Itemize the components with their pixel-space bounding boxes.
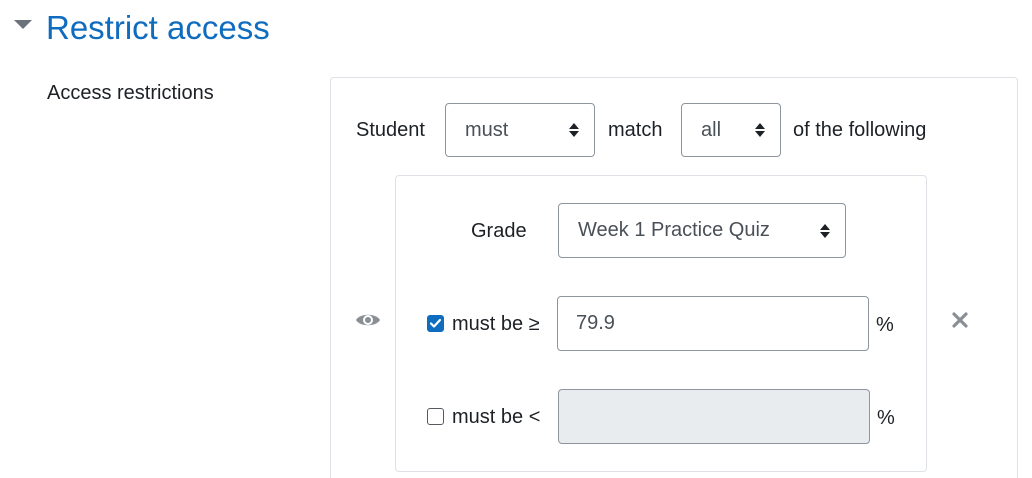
collapse-toggle[interactable] [12,16,34,34]
grade-item-select[interactable]: Week 1 Practice Quiz [558,203,846,258]
all-select-value: all [701,118,722,141]
max-grade-checkbox[interactable] [427,408,444,425]
caret-down-icon [14,20,32,29]
close-icon [952,312,968,328]
max-grade-unit: % [877,407,895,429]
min-grade-checkbox[interactable] [427,315,444,332]
sort-arrows-icon [755,123,765,137]
grade-label: Grade [471,220,527,242]
eye-toggle-button[interactable] [354,308,382,332]
max-grade-label: must be < [452,406,541,428]
grade-item-select-value: Week 1 Practice Quiz [578,219,770,241]
sort-arrows-icon [569,123,579,137]
must-select[interactable]: must [445,103,595,157]
all-select[interactable]: all [681,103,781,157]
min-grade-label: must be ≥ [452,313,540,335]
section-title[interactable]: Restrict access [46,6,270,50]
eye-icon [356,314,380,326]
min-grade-input[interactable] [557,296,869,351]
check-icon [429,318,442,328]
must-select-value: must [465,118,509,141]
delete-condition-button[interactable] [948,308,972,332]
max-grade-input[interactable] [558,389,870,444]
min-grade-unit: % [876,314,894,336]
match-label: match [608,119,663,141]
access-restrictions-label: Access restrictions [47,82,214,104]
sort-arrows-icon [820,223,830,238]
student-label: Student [356,119,425,141]
of-the-following-label: of the following [793,119,927,141]
